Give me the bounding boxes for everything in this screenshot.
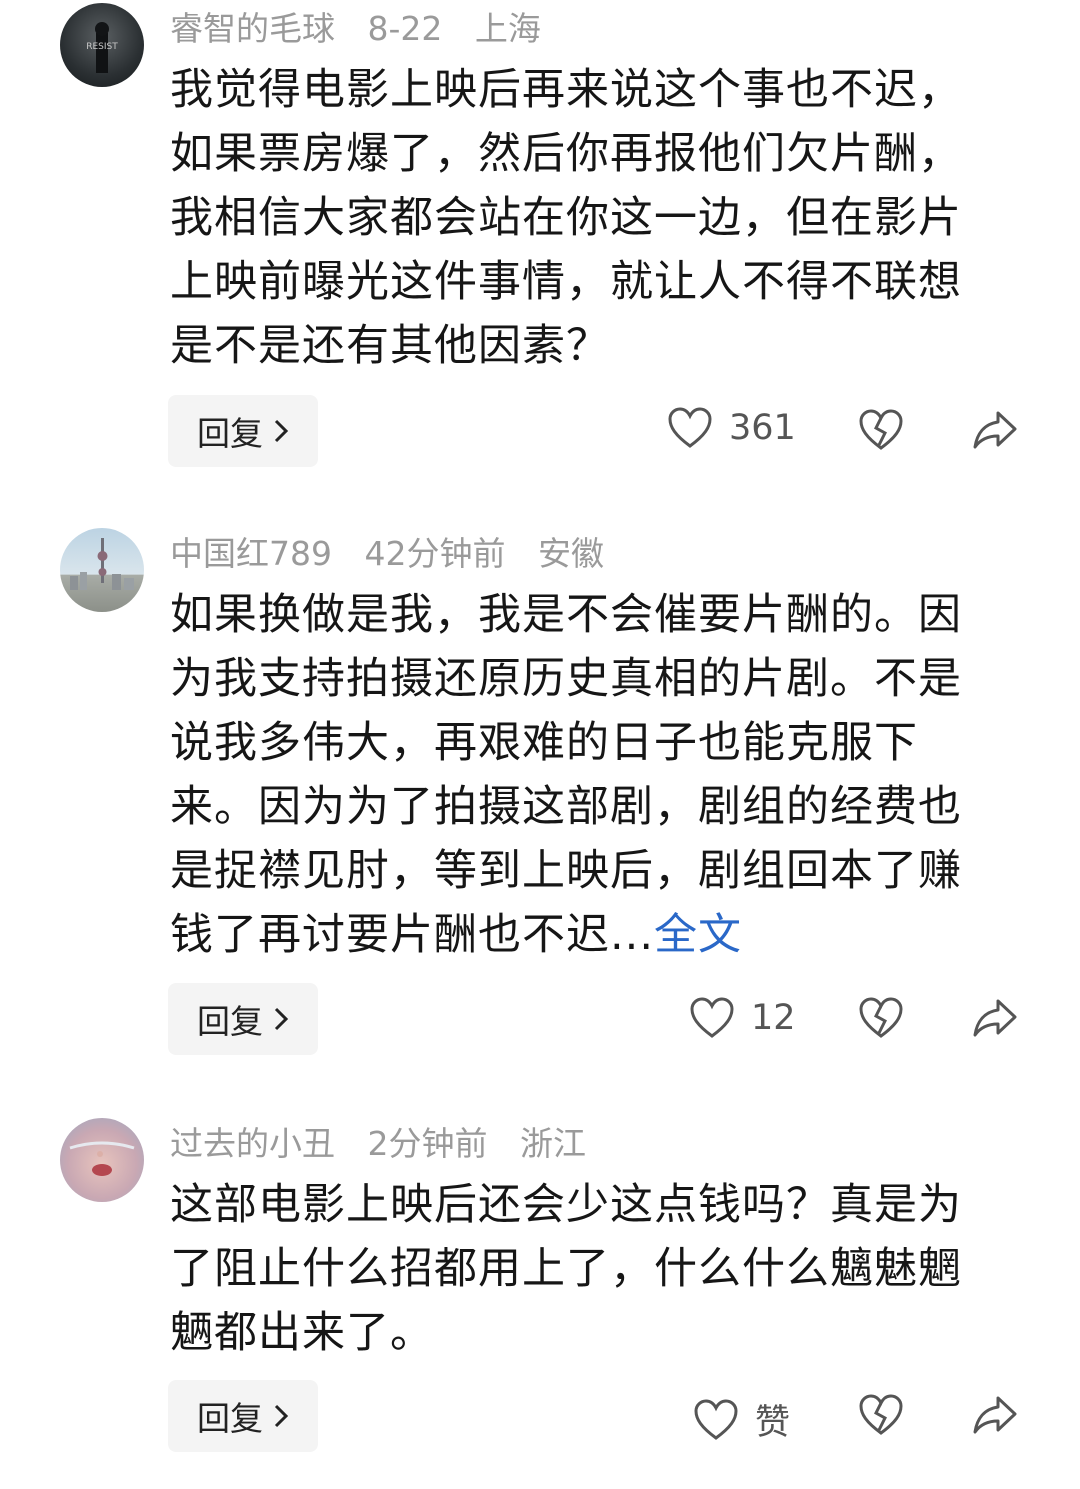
location: 上海 xyxy=(474,9,541,48)
comment-text-content: 如果换做是我，我是不会催要片酬的。因为我支持拍摄还原历史真相的片剧。不是说我多伟… xyxy=(170,590,962,960)
broken-heart-icon xyxy=(858,1394,906,1436)
comment-meta: 睿智的毛球 8-22 上海 xyxy=(170,2,563,50)
like-button[interactable]: 赞 xyxy=(693,1394,790,1445)
like-button[interactable]: 361 xyxy=(667,407,796,449)
like-count: 12 xyxy=(751,998,796,1038)
like-button[interactable]: 12 xyxy=(689,997,796,1039)
avatar[interactable] xyxy=(60,528,144,612)
share-arrow-icon xyxy=(972,409,1020,451)
expand-full-text-link[interactable]: 全文 xyxy=(654,910,742,960)
comment-text-content: 这部电影上映后还会少这点钱吗？真是为了阻止什么招都用上了，什么什么魑魅魍魉都出来… xyxy=(170,1180,962,1358)
comment-text: 如果换做是我，我是不会催要片酬的。因为我支持拍摄还原历史真相的片剧。不是说我多伟… xyxy=(170,583,1000,967)
dislike-button[interactable] xyxy=(858,1394,906,1442)
share-button[interactable] xyxy=(972,1394,1020,1442)
dislike-button[interactable] xyxy=(858,997,906,1045)
comment-actions: 12 xyxy=(0,983,1080,1055)
share-button[interactable] xyxy=(972,997,1020,1045)
username[interactable]: 过去的小丑 xyxy=(170,1124,335,1163)
comment-text: 这部电影上映后还会少这点钱吗？真是为了阻止什么招都用上了，什么什么魑魅魍魉都出来… xyxy=(170,1173,1000,1365)
location: 浙江 xyxy=(520,1124,586,1163)
heart-outline-icon xyxy=(667,407,713,449)
comment-actions: 赞 xyxy=(0,1380,1080,1452)
location: 安徽 xyxy=(538,534,604,573)
heart-outline-icon xyxy=(693,1398,739,1441)
share-arrow-icon xyxy=(972,1394,1020,1436)
comment-meta: 过去的小丑 2分钟前 浙江 xyxy=(170,1117,608,1165)
timestamp: 42分钟前 xyxy=(364,534,506,573)
avatar[interactable]: RESIST xyxy=(60,3,144,87)
broken-heart-icon xyxy=(858,997,906,1039)
like-count: 361 xyxy=(729,408,796,448)
comment-meta: 中国红789 42分钟前 安徽 xyxy=(170,527,626,575)
comment-text: 我觉得电影上映后再来说这个事也不迟，如果票房爆了，然后你再报他们欠片酬，我相信大… xyxy=(170,58,1000,378)
share-arrow-icon xyxy=(972,997,1020,1039)
broken-heart-icon xyxy=(858,409,906,451)
heart-outline-icon xyxy=(689,997,735,1039)
username[interactable]: 睿智的毛球 xyxy=(170,9,335,48)
like-count: 赞 xyxy=(755,1403,791,1443)
share-button[interactable] xyxy=(972,409,1020,457)
timestamp: 8-22 xyxy=(367,9,443,48)
comment-actions: 361 xyxy=(0,395,1080,467)
comment-text-content: 我觉得电影上映后再来说这个事也不迟，如果票房爆了，然后你再报他们欠片酬，我相信大… xyxy=(170,65,962,371)
avatar[interactable] xyxy=(60,1118,144,1202)
avatar-logo-text: RESIST xyxy=(86,42,118,52)
timestamp: 2分钟前 xyxy=(367,1124,488,1163)
username[interactable]: 中国红789 xyxy=(170,534,332,573)
dislike-button[interactable] xyxy=(858,409,906,457)
